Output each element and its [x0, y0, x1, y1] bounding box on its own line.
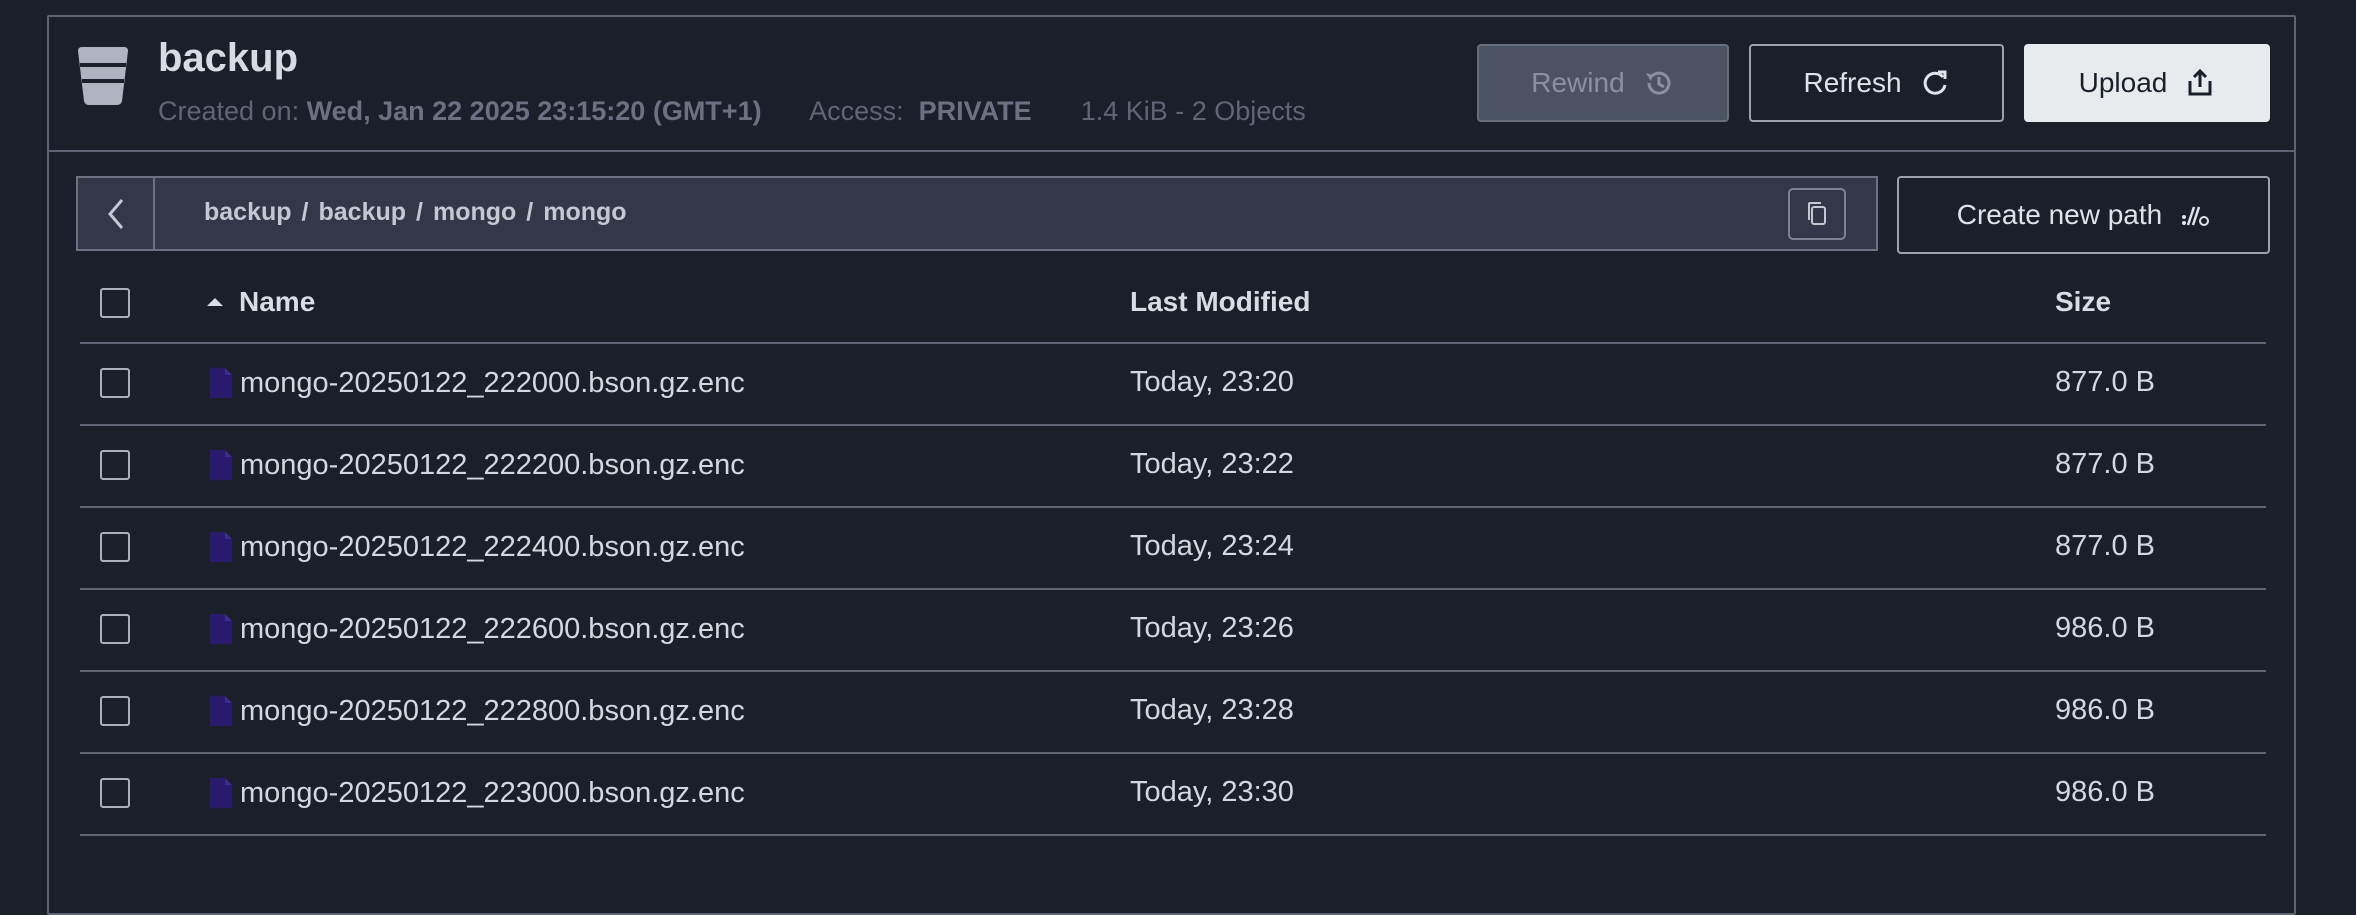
created-value: Wed, Jan 22 2025 23:15:20 (GMT+1) — [306, 96, 762, 126]
rewind-button[interactable]: Rewind — [1477, 44, 1729, 122]
header-divider — [47, 150, 2296, 152]
file-size: 877.0 B — [2055, 448, 2155, 480]
create-new-path-button[interactable]: Create new path — [1897, 176, 2270, 254]
column-header-size[interactable]: Size — [2055, 286, 2111, 318]
rewind-label: Rewind — [1531, 67, 1625, 98]
back-button[interactable] — [78, 178, 155, 249]
create-new-path-label: Create new path — [1956, 199, 2163, 230]
file-name: mongo-20250122_222600.bson.gz.enc — [240, 612, 745, 645]
last-modified: Today, 23:30 — [1130, 776, 1294, 808]
file-name: mongo-20250122_223000.bson.gz.enc — [240, 776, 745, 809]
row-checkbox[interactable] — [100, 614, 130, 644]
table-row[interactable]: mongo-20250122_222800.bson.gz.enc Today,… — [80, 672, 2266, 754]
refresh-icon — [1923, 70, 1947, 95]
row-checkbox[interactable] — [100, 450, 130, 480]
file-icon — [210, 532, 232, 562]
last-modified: Today, 23:22 — [1130, 448, 1294, 480]
file-size: 986.0 B — [2055, 694, 2155, 726]
file-icon — [210, 450, 232, 480]
bucket-icon — [78, 47, 128, 105]
bucket-meta: Created on: Wed, Jan 22 2025 23:15:20 (G… — [158, 96, 1306, 127]
row-checkbox[interactable] — [100, 696, 130, 726]
table-header: Name Last Modified Size — [80, 268, 2266, 344]
row-checkbox[interactable] — [100, 778, 130, 808]
file-name: mongo-20250122_222000.bson.gz.enc — [240, 366, 745, 399]
chevron-left-icon — [107, 198, 123, 229]
table-row[interactable]: mongo-20250122_222600.bson.gz.enc Today,… — [80, 590, 2266, 672]
file-name-cell[interactable]: mongo-20250122_223000.bson.gz.enc — [208, 776, 745, 810]
file-size: 877.0 B — [2055, 366, 2155, 398]
file-name-cell[interactable]: mongo-20250122_222200.bson.gz.enc — [208, 448, 745, 482]
file-icon — [210, 778, 232, 808]
column-header-name[interactable]: Name — [205, 286, 315, 318]
last-modified: Today, 23:26 — [1130, 612, 1294, 644]
select-all-checkbox[interactable] — [100, 288, 130, 318]
access-value: PRIVATE — [918, 96, 1032, 126]
file-name-cell[interactable]: mongo-20250122_222400.bson.gz.enc — [208, 530, 745, 564]
refresh-button[interactable]: Refresh — [1749, 44, 2004, 122]
file-name: mongo-20250122_222800.bson.gz.enc — [240, 694, 745, 727]
created-label: Created on: — [158, 96, 300, 126]
sort-ascending-icon — [207, 298, 223, 306]
new-path-icon — [2182, 206, 2210, 226]
file-icon — [210, 368, 232, 398]
file-name-cell[interactable]: mongo-20250122_222000.bson.gz.enc — [208, 366, 745, 400]
column-name-label: Name — [239, 286, 316, 317]
upload-icon — [2188, 68, 2212, 96]
last-modified: Today, 23:28 — [1130, 694, 1294, 726]
breadcrumb-separator: / — [416, 198, 423, 226]
file-name-cell[interactable]: mongo-20250122_222600.bson.gz.enc — [208, 612, 745, 646]
breadcrumb-item[interactable]: backup — [318, 198, 406, 226]
copy-icon — [1808, 202, 1826, 225]
row-checkbox[interactable] — [100, 368, 130, 398]
row-checkbox[interactable] — [100, 532, 130, 562]
breadcrumb-item[interactable]: mongo — [543, 198, 626, 226]
last-modified: Today, 23:20 — [1130, 366, 1294, 398]
refresh-label: Refresh — [1803, 67, 1902, 98]
file-name: mongo-20250122_222400.bson.gz.enc — [240, 530, 745, 563]
bucket-usage: 1.4 KiB - 2 Objects — [1080, 96, 1306, 126]
file-name: mongo-20250122_222200.bson.gz.enc — [240, 448, 745, 481]
breadcrumb-item[interactable]: mongo — [433, 198, 516, 226]
file-icon — [210, 614, 232, 644]
breadcrumb: backup / backup / mongo / mongo — [204, 198, 627, 227]
access-label: Access: — [809, 96, 904, 126]
object-table: Name Last Modified Size mongo-20250122_2… — [80, 268, 2266, 836]
file-icon — [210, 696, 232, 726]
history-icon — [1645, 71, 1671, 95]
table-row[interactable]: mongo-20250122_222200.bson.gz.enc Today,… — [80, 426, 2266, 508]
breadcrumb-separator: / — [526, 198, 534, 226]
breadcrumb-item[interactable]: backup — [204, 198, 292, 226]
path-bar: backup / backup / mongo / mongo — [76, 176, 1878, 251]
column-header-last-modified[interactable]: Last Modified — [1130, 286, 1310, 318]
breadcrumb-separator: / — [301, 198, 309, 226]
last-modified: Today, 23:24 — [1130, 530, 1294, 562]
table-row[interactable]: mongo-20250122_223000.bson.gz.enc Today,… — [80, 754, 2266, 836]
file-name-cell[interactable]: mongo-20250122_222800.bson.gz.enc — [208, 694, 745, 728]
file-size: 986.0 B — [2055, 612, 2155, 644]
copy-path-button[interactable] — [1788, 188, 1846, 240]
table-row[interactable]: mongo-20250122_222000.bson.gz.enc Today,… — [80, 344, 2266, 426]
upload-label: Upload — [2078, 67, 2168, 98]
bucket-title: backup — [158, 36, 299, 80]
file-size: 986.0 B — [2055, 776, 2155, 808]
upload-button[interactable]: Upload — [2024, 44, 2270, 122]
file-size: 877.0 B — [2055, 530, 2155, 562]
table-row[interactable]: mongo-20250122_222400.bson.gz.enc Today,… — [80, 508, 2266, 590]
